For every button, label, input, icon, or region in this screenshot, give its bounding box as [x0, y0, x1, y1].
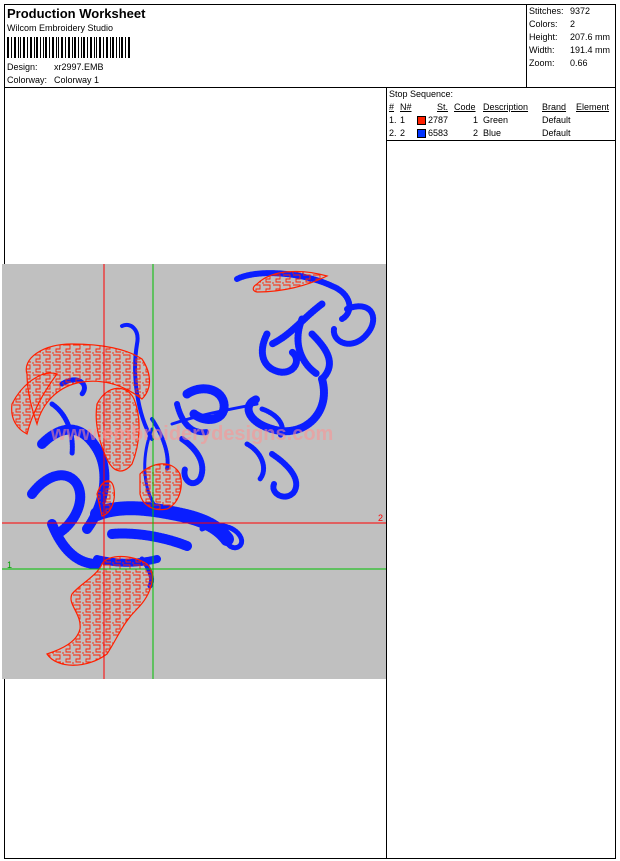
header-divider: [4, 87, 616, 88]
col-header-code: Code: [454, 102, 476, 112]
stat-height-label: Height:: [529, 32, 558, 42]
design-preview: www.embroiderydesigns.com 1 2: [2, 264, 386, 679]
row1-code: 1: [473, 115, 479, 125]
stat-colors-label: Colors:: [529, 19, 558, 29]
stop-sequence-title: Stop Sequence:: [389, 89, 454, 99]
row2-stitches: 6583: [428, 128, 449, 138]
preview-divider: [386, 87, 387, 859]
col-header-brand: Brand: [542, 102, 567, 112]
stat-width-label: Width:: [529, 45, 555, 55]
design-label: Design:: [7, 62, 38, 72]
design-value: xr2997.EMB: [54, 62, 104, 72]
colorway-label: Colorway:: [7, 75, 48, 85]
stat-width-value: 191.4 mm: [570, 45, 611, 55]
stat-zoom-value: 0.66: [570, 58, 588, 68]
embroidery-design-image: www.embroiderydesigns.com 1 2: [2, 264, 386, 679]
guide-marker-2: 2: [378, 513, 383, 523]
col-header-element: Element: [576, 102, 610, 112]
col-header-stitches: St.: [437, 102, 449, 112]
row2-color-swatch: [417, 129, 426, 138]
row1-color-swatch: [417, 116, 426, 125]
row2-index: 2.: [389, 128, 397, 138]
stat-zoom-label: Zoom:: [529, 58, 555, 68]
colorway-value: Colorway 1: [54, 75, 100, 85]
col-header-index: #: [389, 102, 395, 112]
stop-sequence-divider: [386, 140, 616, 141]
col-header-needle: N#: [400, 102, 412, 112]
stats-divider: [526, 4, 527, 87]
row2-needle: 2: [400, 128, 406, 138]
row1-stitches: 2787: [428, 115, 449, 125]
row1-description: Green: [483, 115, 509, 125]
software-name: Wilcom Embroidery Studio: [7, 23, 114, 33]
watermark-text: www.embroiderydesigns.com: [50, 423, 334, 445]
stat-stitches-value: 9372: [570, 6, 591, 16]
row1-needle: 1: [400, 115, 406, 125]
row1-index: 1.: [389, 115, 397, 125]
stat-colors-value: 2: [570, 19, 576, 29]
stat-height-value: 207.6 mm: [570, 32, 611, 42]
row2-code: 2: [473, 128, 479, 138]
stat-stitches-label: Stitches:: [529, 6, 564, 16]
barcode: [7, 37, 131, 58]
col-header-description: Description: [483, 102, 529, 112]
row1-brand: Default: [542, 115, 571, 125]
page-title: Production Worksheet: [7, 6, 146, 21]
row2-description: Blue: [483, 128, 502, 138]
guide-marker-1: 1: [7, 560, 12, 570]
row2-brand: Default: [542, 128, 571, 138]
